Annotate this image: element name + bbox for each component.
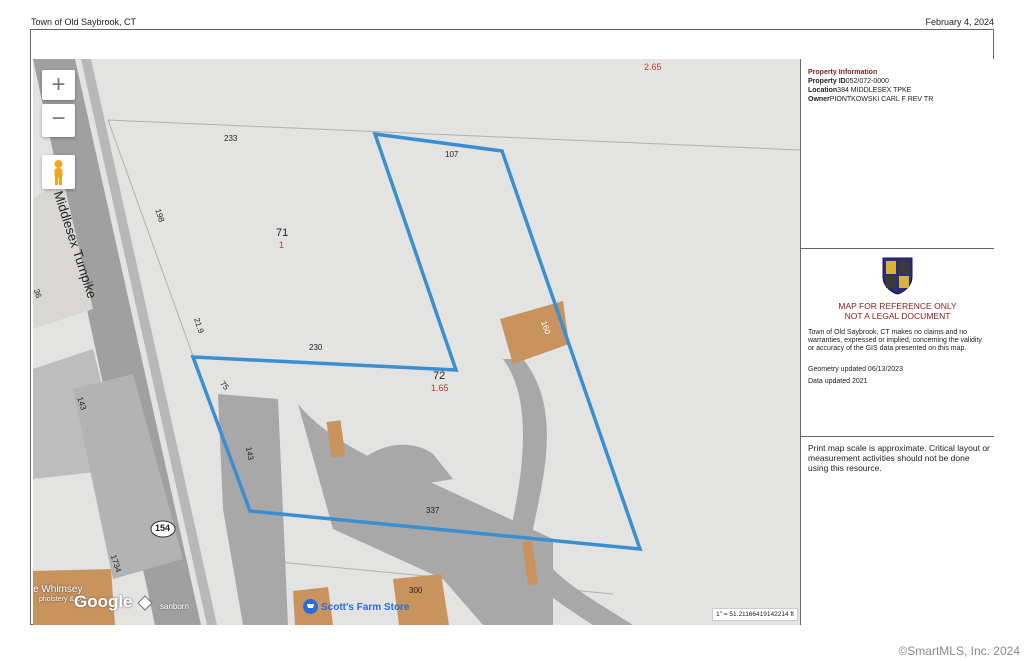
shopping-cart-icon xyxy=(303,599,318,614)
parcel-label: 2.65 xyxy=(644,62,662,72)
parcel-label: 1 xyxy=(279,240,285,250)
parcel-label: 300 xyxy=(409,586,423,595)
disclaimer-text: Town of Old Saybrook, CT makes no claims… xyxy=(808,329,982,352)
disclaimer-section: MAP FOR REFERENCE ONLY NOT A LEGAL DOCUM… xyxy=(801,249,994,437)
parcel-label: 107 xyxy=(445,150,459,159)
street-view-pegman-icon[interactable] xyxy=(42,155,75,189)
parcel-label: 71 xyxy=(276,227,289,239)
data-updated: Data updated 2021 xyxy=(808,378,868,385)
watermark: ©SmartMLS, Inc. 2024 xyxy=(898,644,1020,658)
sanborn-logo-icon xyxy=(136,594,154,612)
header-town: Town of Old Saybrook, CT xyxy=(31,17,137,27)
scale-note-section: Print map scale is approximate. Critical… xyxy=(801,437,994,625)
town-crest-icon xyxy=(882,257,913,295)
header-date: February 4, 2024 xyxy=(925,17,994,27)
info-panel: Property Information Property ID052/072-… xyxy=(800,59,994,625)
reference-only-line1: MAP FOR REFERENCE ONLY xyxy=(838,301,957,311)
zoom-out-button[interactable]: − xyxy=(42,104,75,137)
property-id: 052/072-0000 xyxy=(845,78,889,85)
map-view[interactable]: Middlesex Turnpike 154 233 107 71 1 198 … xyxy=(33,59,800,625)
building-300 xyxy=(393,574,449,625)
property-info-section: Property Information Property ID052/072-… xyxy=(801,59,994,249)
scale-bar: 1" = 51.21166419142214 ft xyxy=(712,608,798,621)
reference-only-line2: NOT A LEGAL DOCUMENT xyxy=(844,311,951,321)
parcel-label: 230 xyxy=(309,343,323,352)
property-info-title: Property Information xyxy=(808,69,878,76)
route-shield-label: 154 xyxy=(155,523,171,533)
map-canvas xyxy=(33,59,800,625)
parcel-label: 1.65 xyxy=(431,383,449,393)
parcel-label: 72 xyxy=(433,370,446,382)
sanborn-label: sanborn xyxy=(160,602,189,611)
parcel-label: 233 xyxy=(224,134,238,143)
scale-note: Print map scale is approximate. Critical… xyxy=(808,443,990,473)
geometry-updated: Geometry updated 06/13/2023 xyxy=(808,366,903,373)
property-owner: PIONTKOWSKI CARL F REV TR xyxy=(829,96,934,103)
poi-scotts-farm-store[interactable]: Scott's Farm Store xyxy=(321,602,410,613)
property-location: 384 MIDDLESEX TPKE xyxy=(837,87,912,94)
google-logo: Google xyxy=(74,592,133,611)
zoom-in-button[interactable]: + xyxy=(42,70,75,100)
parcel-label: 337 xyxy=(426,506,440,515)
